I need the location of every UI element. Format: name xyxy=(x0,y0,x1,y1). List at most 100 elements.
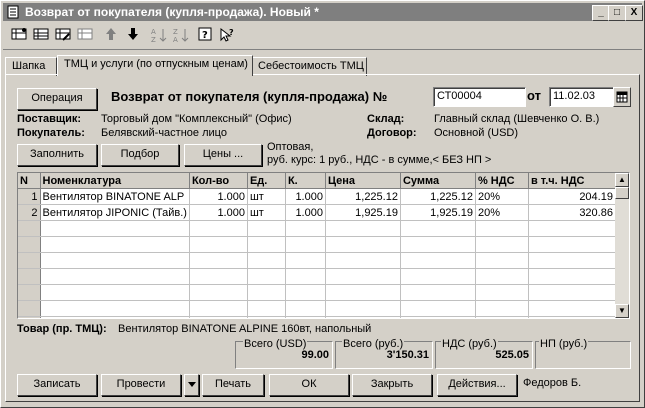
ok-button[interactable]: ОК xyxy=(269,374,349,396)
date-label: от xyxy=(527,88,541,103)
empty-row xyxy=(18,252,616,269)
cell-vat-sum[interactable]: 320.86 xyxy=(528,204,616,221)
fill-button[interactable]: Заполнить xyxy=(17,144,97,166)
svg-text:A: A xyxy=(173,36,178,43)
document-icon xyxy=(7,5,19,19)
print-button[interactable]: Печать xyxy=(202,374,264,396)
svg-text:?: ? xyxy=(229,28,234,37)
scroll-down-icon[interactable]: ▼ xyxy=(615,304,629,318)
column-header-qty[interactable]: Кол-во xyxy=(189,173,248,189)
empty-row xyxy=(18,236,616,253)
copy-row-icon[interactable] xyxy=(31,27,51,45)
close-form-button[interactable]: Закрыть xyxy=(352,374,432,396)
cell-sum[interactable]: 1,225.12 xyxy=(400,188,476,205)
move-down-icon[interactable] xyxy=(123,27,143,45)
window-title: Возврат от покупателя (купля-продажа). Н… xyxy=(25,5,319,19)
total-np-label: НП (руб.) xyxy=(539,338,589,350)
cell-qty[interactable]: 1.000 xyxy=(189,204,248,221)
doc-number-field[interactable]: СТ00004 xyxy=(433,87,526,107)
scroll-thumb[interactable] xyxy=(615,187,629,199)
total-vat-value: 525.05 xyxy=(495,349,529,361)
sort-asc-icon[interactable]: AZ xyxy=(149,27,169,45)
scroll-up-icon[interactable]: ▲ xyxy=(615,173,629,187)
tab-items[interactable]: ТМЦ и услуги (по отпускным ценам) xyxy=(57,55,253,76)
cell-n: 2 xyxy=(18,204,41,221)
total-usd-value: 99.00 xyxy=(301,349,329,361)
toolbar: AZ ZA ? ? xyxy=(3,23,642,50)
items-table[interactable]: N Номенклатура Кол-во Ед. К. Цена Сумма … xyxy=(17,172,630,319)
select-button[interactable]: Подбор xyxy=(101,144,179,166)
calendar-icon xyxy=(616,91,628,103)
cell-coef[interactable]: 1.000 xyxy=(285,188,326,205)
table-header-row: N Номенклатура Кол-во Ед. К. Цена Сумма … xyxy=(18,173,616,189)
cell-price[interactable]: 1,925.19 xyxy=(325,204,401,221)
cell-vat-sum[interactable]: 204.19 xyxy=(528,188,616,205)
context-help-icon[interactable]: ? xyxy=(217,27,237,45)
column-header-coef[interactable]: К. xyxy=(285,173,326,189)
svg-text:Z: Z xyxy=(173,28,178,36)
column-header-unit[interactable]: Ед. xyxy=(247,173,286,189)
date-field[interactable]: 11.02.03 xyxy=(549,87,616,107)
contract-value: Основной (USD) xyxy=(434,127,519,139)
price-info-line2: руб. курс: 1 руб., НДС - в сумме,< БЕЗ Н… xyxy=(267,154,492,166)
warehouse-label: Склад: xyxy=(367,113,405,125)
delete-row-icon[interactable] xyxy=(75,27,95,45)
cell-sum[interactable]: 1,925.19 xyxy=(400,204,476,221)
table-row[interactable]: 2 Вентилятор JIPONIC (Тайв.) 1.000 шт 1.… xyxy=(18,204,616,221)
svg-text:?: ? xyxy=(202,30,208,41)
user-name: Федоров Б. xyxy=(523,377,582,389)
column-header-sum[interactable]: Сумма xyxy=(400,173,476,189)
new-row-icon[interactable] xyxy=(9,27,29,45)
column-header-vat-sum[interactable]: в т.ч. НДС xyxy=(528,173,616,189)
move-up-icon[interactable] xyxy=(101,27,121,45)
cell-unit[interactable]: шт xyxy=(247,204,286,221)
column-header-item[interactable]: Номенклатура xyxy=(40,173,190,189)
post-button[interactable]: Провести xyxy=(101,374,181,396)
cell-item[interactable]: Вентилятор BINATONE ALP xyxy=(40,188,190,205)
actions-button[interactable]: Действия... xyxy=(437,374,517,396)
sort-desc-icon[interactable]: ZA xyxy=(171,27,191,45)
cell-vat-rate[interactable]: 20% xyxy=(475,188,529,205)
column-header-n[interactable]: N xyxy=(18,173,41,189)
total-rub-value: 3'150.31 xyxy=(386,349,429,361)
post-dropdown-button[interactable] xyxy=(184,374,199,396)
document-window: Возврат от покупателя (купля-продажа). Н… xyxy=(0,0,645,408)
supplier-value: Торговый дом "Комплексный" (Офис) xyxy=(101,113,292,125)
item-info-label: Товар (пр. ТМЦ): xyxy=(17,323,107,335)
empty-row xyxy=(18,220,616,237)
svg-text:A: A xyxy=(151,28,156,36)
save-button[interactable]: Записать xyxy=(17,374,97,396)
maximize-button[interactable]: □ xyxy=(608,5,626,21)
operation-button[interactable]: Операция xyxy=(17,88,97,110)
empty-row xyxy=(18,284,616,301)
cell-qty[interactable]: 1.000 xyxy=(189,188,248,205)
close-button[interactable]: X xyxy=(625,5,643,21)
supplier-label: Поставщик: xyxy=(17,113,82,125)
warehouse-value: Главный склад (Шевченко О. В.) xyxy=(434,113,600,125)
prices-button[interactable]: Цены ... xyxy=(184,144,262,166)
empty-row xyxy=(18,316,616,318)
empty-row xyxy=(18,300,616,317)
column-header-vat-rate[interactable]: % НДС xyxy=(475,173,529,189)
table-scrollbar[interactable]: ▲ ▼ xyxy=(615,173,629,318)
buyer-label: Покупатель: xyxy=(17,127,85,139)
cell-vat-rate[interactable]: 20% xyxy=(475,204,529,221)
cell-item[interactable]: Вентилятор JIPONIC (Тайв.) xyxy=(40,204,190,221)
empty-row xyxy=(18,268,616,285)
cell-coef[interactable]: 1.000 xyxy=(285,204,326,221)
item-info-value: Вентилятор BINATONE ALPINE 160вт, наполь… xyxy=(118,323,372,335)
edit-row-icon[interactable] xyxy=(53,27,73,45)
column-header-price[interactable]: Цена xyxy=(325,173,401,189)
dropdown-arrow-icon xyxy=(187,382,196,387)
svg-text:Z: Z xyxy=(151,36,156,43)
price-info-line1: Оптовая, xyxy=(267,141,314,153)
buyer-value: Белявский-частное лицо xyxy=(101,127,227,139)
contract-label: Договор: xyxy=(367,127,417,139)
help-icon[interactable]: ? xyxy=(195,27,215,45)
cell-price[interactable]: 1,225.12 xyxy=(325,188,401,205)
table-row[interactable]: 1 Вентилятор BINATONE ALP 1.000 шт 1.000… xyxy=(18,188,616,205)
cell-unit[interactable]: шт xyxy=(247,188,286,205)
calendar-button[interactable] xyxy=(613,87,631,107)
document-title: Возврат от покупателя (купля-продажа) № xyxy=(111,89,388,104)
items-table-grid: N Номенклатура Кол-во Ед. К. Цена Сумма … xyxy=(18,173,616,318)
